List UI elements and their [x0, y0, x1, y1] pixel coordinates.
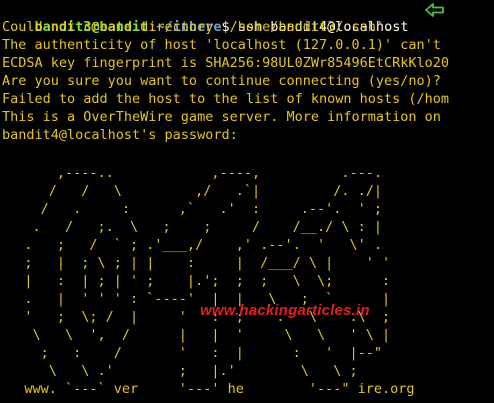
overthewire-ascii-art: ,----.. ,----, .---. / / \ ,/ .`| /. ./|… — [0, 164, 415, 398]
output-line: This is a OverTheWire game server. More … — [2, 109, 441, 125]
password-prompt-line: bandit4@localhost's password: — [2, 127, 238, 143]
output-line: Could not create directory '/home/bandit… — [2, 19, 393, 35]
output-line: ECDSA key fingerprint is SHA256:98UL0ZWr… — [2, 55, 450, 71]
ascii-art-line: / / \ ,/ .`| /. ./| — [0, 183, 383, 199]
ascii-art-line: | : | ; | ' ; |.'; ; ; \ \; : — [0, 273, 391, 289]
output-line: Are you sure you want to continue connec… — [2, 73, 441, 89]
output-line: The authenticity of host 'localhost (127… — [2, 37, 441, 53]
ascii-art-line: \ \ .' ; |.' \ \ ; — [0, 363, 358, 379]
ascii-art-line: / . : ,` .' : .--'. ' ; — [0, 201, 383, 217]
left-arrow-icon — [425, 3, 444, 17]
ascii-art-line: . ; / ` ; .'___,/ ,' .--'. ' \' . — [0, 237, 383, 253]
ascii-art-line: www. `---` ver '---' he '---" ire.org — [0, 381, 415, 397]
ascii-art-line: \ \ ', / | | ' \ \ ' \ | — [0, 327, 391, 343]
terminal-window[interactable]: bandit3@bandit:~/inhere$ ssh bandit4@loc… — [0, 0, 494, 403]
ascii-art-line: . / ;. \ ; ; / /__./ \ : | — [0, 219, 383, 235]
watermark-text: www.hackingarticles.in — [200, 302, 370, 319]
output-line: Failed to add the host to the list of kn… — [2, 91, 450, 107]
ascii-art-line: ; | ; \ ; | | : | /___/ \ | ' ' — [0, 255, 391, 271]
ascii-art-line: ; : / ' : | : ' |--" — [0, 345, 383, 361]
ascii-art-line: ,----.. ,----, .---. — [0, 165, 383, 181]
command-prompt-line: bandit3@bandit:~/inhere$ ssh bandit4@loc… — [2, 0, 409, 35]
